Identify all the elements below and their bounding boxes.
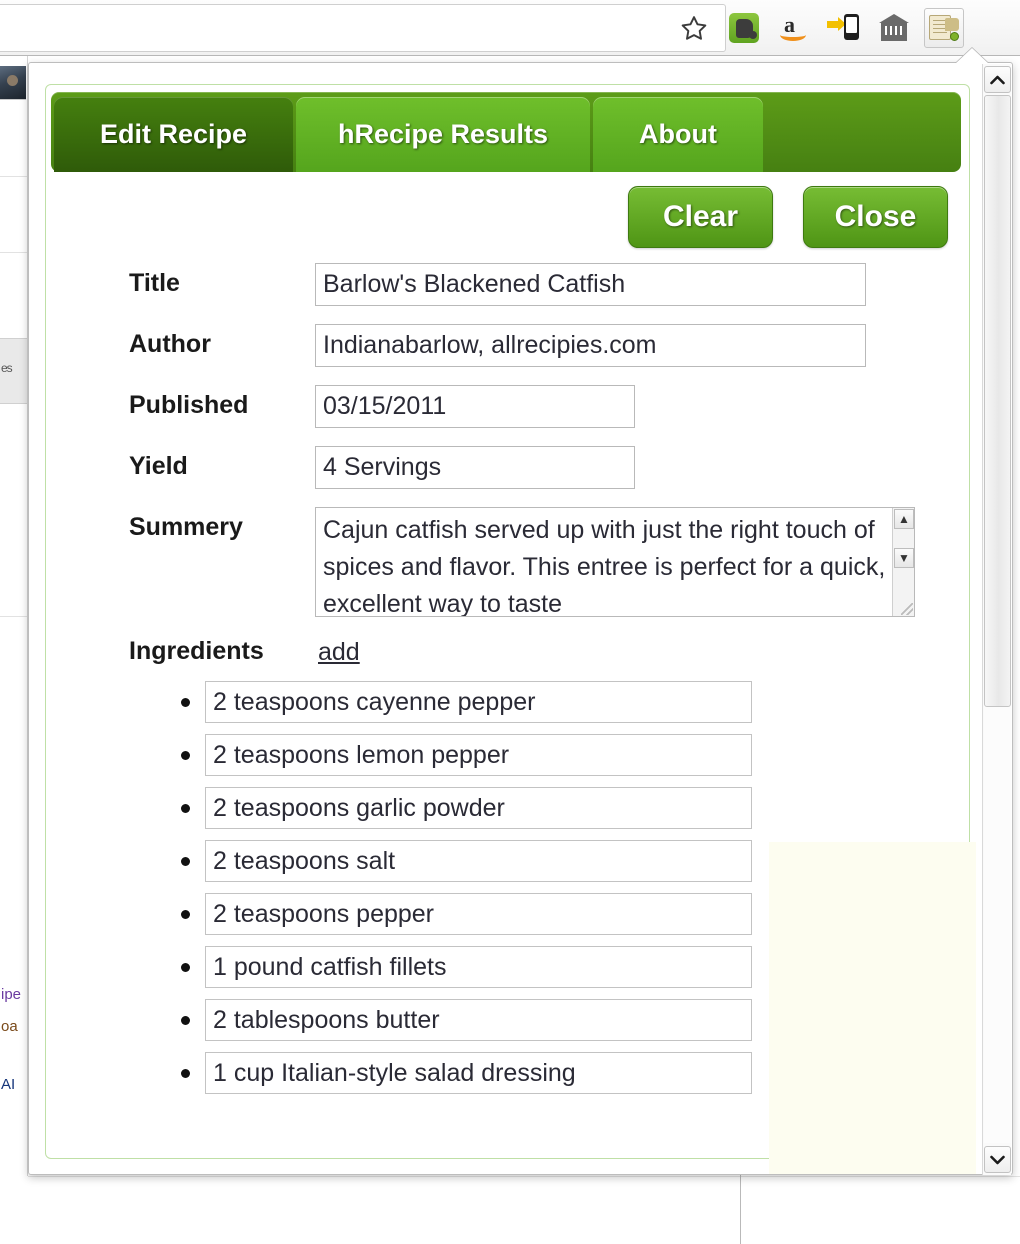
form-row-title: Title <box>46 263 971 324</box>
scrollbar-thumb[interactable] <box>984 95 1011 707</box>
background-text-fragment: ipe <box>1 986 22 1003</box>
bookmark-star-icon[interactable] <box>674 8 714 48</box>
author-label: Author <box>129 330 211 358</box>
clear-button[interactable]: Clear <box>628 186 773 248</box>
author-input[interactable] <box>315 324 866 367</box>
ingredients-list <box>46 681 971 1105</box>
tab-about[interactable]: About <box>593 97 763 172</box>
ingredients-add-link[interactable]: add <box>318 638 360 667</box>
tab-hrecipe-results-label: hRecipe Results <box>337 119 549 149</box>
form-row-published: Published <box>46 385 971 446</box>
bullet-icon <box>181 751 190 760</box>
building-glyph <box>879 14 909 42</box>
browser-toolbar: a <box>0 0 1020 56</box>
yield-label: Yield <box>129 452 188 480</box>
recipe-form: Title Author Published Yield <box>46 263 971 1107</box>
screenshot-root: es ipe oa AI a Edit Recipe hRecipe Resul… <box>0 0 1020 1244</box>
ingredient-input[interactable] <box>205 734 752 776</box>
ingredient-input[interactable] <box>205 787 752 829</box>
building-icon[interactable] <box>874 8 914 48</box>
send-to-device-glyph <box>827 13 861 43</box>
send-to-device-icon[interactable] <box>824 8 864 48</box>
yield-input[interactable] <box>315 446 635 489</box>
summary-textarea-wrapper: Cajun catfish served up with just the ri… <box>315 507 915 617</box>
summary-resize-grip[interactable] <box>901 603 913 615</box>
ingredient-input[interactable] <box>205 681 752 723</box>
ingredient-input[interactable] <box>205 946 752 988</box>
document-glyph <box>928 13 960 43</box>
list-item <box>46 734 971 787</box>
background-left-column: es ipe oa AI <box>0 56 28 1176</box>
ingredient-input[interactable] <box>205 1052 752 1094</box>
bullet-icon <box>181 1016 190 1025</box>
tab-bar: Edit Recipe hRecipe Results About <box>51 92 961 172</box>
divider <box>0 616 27 617</box>
background-gray-block: es <box>0 338 27 404</box>
amazon-glyph: a <box>778 12 810 43</box>
evernote-clipper-icon[interactable] <box>724 8 764 48</box>
list-item <box>46 999 971 1052</box>
tab-edit-recipe[interactable]: Edit Recipe <box>54 97 293 172</box>
divider <box>0 176 27 177</box>
bullet-icon <box>181 1069 190 1078</box>
close-button-label: Close <box>834 200 917 233</box>
summary-scroll-down-icon[interactable]: ▼ <box>894 548 914 568</box>
scroll-up-button[interactable] <box>984 66 1011 93</box>
summary-label: Summery <box>129 513 243 541</box>
action-button-row: Clear Close <box>628 186 948 248</box>
background-text-fragment: AI <box>1 1076 16 1093</box>
published-label: Published <box>129 391 249 419</box>
recipe-editor-panel: Edit Recipe hRecipe Results About Clear <box>45 84 976 1174</box>
avatar <box>0 66 26 100</box>
title-label: Title <box>129 269 180 297</box>
summary-textarea[interactable]: Cajun catfish served up with just the ri… <box>315 507 915 617</box>
summary-scrollbar[interactable]: ▲ ▼ <box>892 508 914 616</box>
bullet-icon <box>181 804 190 813</box>
bullet-icon <box>181 857 190 866</box>
bullet-icon <box>181 698 190 707</box>
background-horizontal-rule <box>28 1176 1020 1177</box>
list-item <box>46 681 971 734</box>
ingredient-input[interactable] <box>205 999 752 1041</box>
popup-scrollbar[interactable] <box>982 64 1011 1175</box>
ingredients-label: Ingredients <box>129 637 264 665</box>
extension-popup: Edit Recipe hRecipe Results About Clear <box>28 62 1013 1175</box>
clear-button-label: Clear <box>662 200 739 233</box>
list-item <box>46 946 971 999</box>
hrecipe-extension-icon[interactable] <box>924 8 964 48</box>
bullet-icon <box>181 963 190 972</box>
ingredient-input[interactable] <box>205 840 752 882</box>
background-gray-block-text: es <box>1 361 13 375</box>
toolbar-icon-group: a <box>674 4 964 52</box>
popup-pointer-notch <box>955 48 989 64</box>
list-item <box>46 1052 971 1105</box>
list-item <box>46 840 971 893</box>
evernote-glyph <box>729 13 759 43</box>
list-item <box>46 787 971 840</box>
form-row-author: Author <box>46 324 971 385</box>
published-input[interactable] <box>315 385 635 428</box>
title-input[interactable] <box>315 263 866 306</box>
amazon-icon[interactable]: a <box>774 8 814 48</box>
tab-hrecipe-results[interactable]: hRecipe Results <box>296 97 590 172</box>
summary-scroll-up-icon[interactable]: ▲ <box>894 509 914 529</box>
list-item <box>46 893 971 946</box>
tab-about-label: About <box>639 119 717 149</box>
close-button[interactable]: Close <box>803 186 948 248</box>
ingredients-section: Ingredients add <box>46 637 971 1107</box>
tab-edit-recipe-label: Edit Recipe <box>99 119 248 149</box>
scroll-down-button[interactable] <box>984 1146 1011 1173</box>
popup-content-viewport: Edit Recipe hRecipe Results About Clear <box>29 63 984 1174</box>
bullet-icon <box>181 910 190 919</box>
omnibox[interactable] <box>0 4 726 52</box>
background-text-fragment: oa <box>1 1018 18 1035</box>
ingredient-input[interactable] <box>205 893 752 935</box>
form-row-summary: Summery Cajun catfish served up with jus… <box>46 507 971 637</box>
divider <box>0 252 27 253</box>
form-row-yield: Yield <box>46 446 971 507</box>
